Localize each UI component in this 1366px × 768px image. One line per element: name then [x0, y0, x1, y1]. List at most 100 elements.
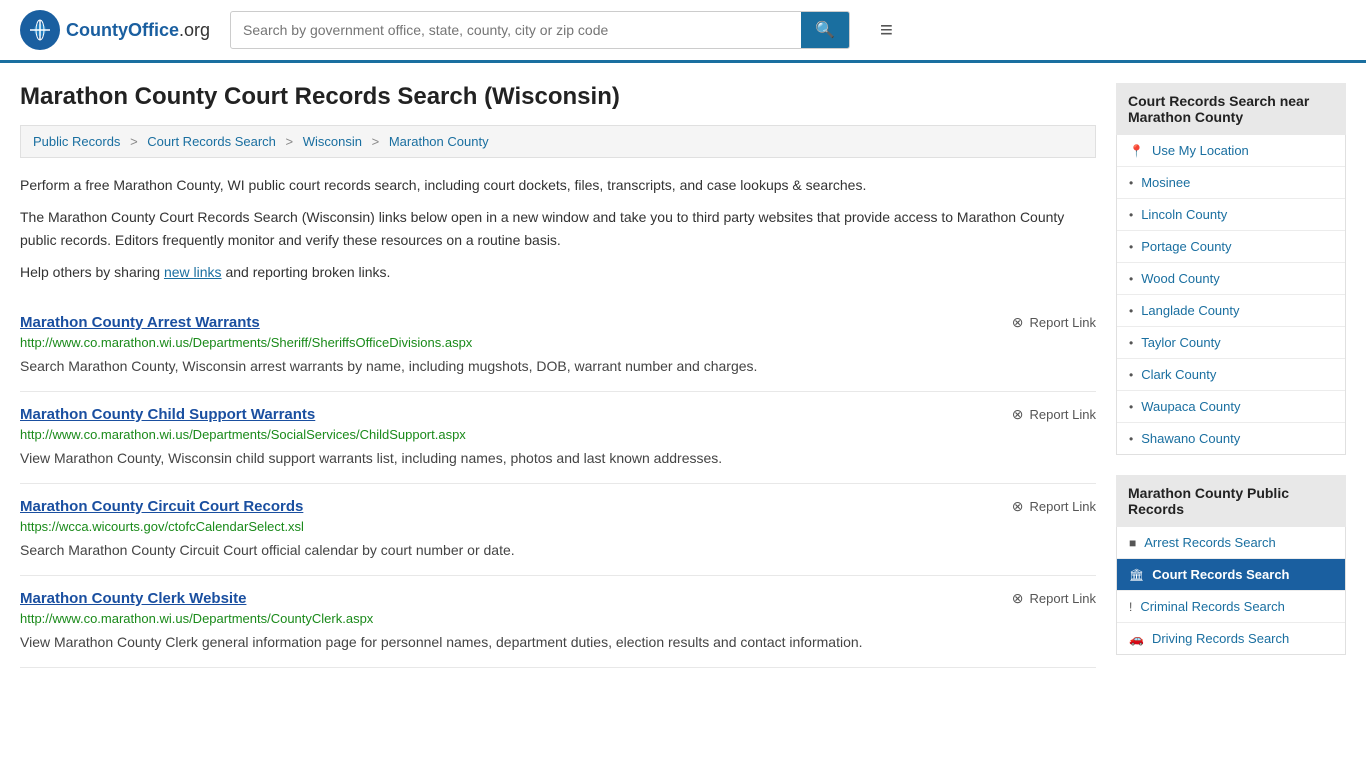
- report-link-button[interactable]: ⊗ Report Link: [1012, 498, 1096, 515]
- report-icon: ⊗: [1012, 406, 1024, 423]
- result-header: Marathon County Clerk Website ⊗ Report L…: [20, 590, 1096, 607]
- sidebar-lincoln-county-link[interactable]: Lincoln County: [1141, 207, 1227, 222]
- sidebar-waupaca-county-link[interactable]: Waupaca County: [1141, 399, 1240, 414]
- breadcrumb-marathon-county[interactable]: Marathon County: [389, 134, 489, 149]
- sidebar-arrest-records[interactable]: ■ Arrest Records Search: [1117, 527, 1345, 559]
- result-url: http://www.co.marathon.wi.us/Departments…: [20, 611, 1096, 626]
- result-header: Marathon County Arrest Warrants ⊗ Report…: [20, 314, 1096, 331]
- criminal-icon: !: [1129, 600, 1132, 614]
- report-icon: ⊗: [1012, 590, 1024, 607]
- result-url: http://www.co.marathon.wi.us/Departments…: [20, 427, 1096, 442]
- page-title: Marathon County Court Records Search (Wi…: [20, 83, 1096, 111]
- search-input[interactable]: [231, 14, 801, 46]
- arrest-records-link[interactable]: Arrest Records Search: [1144, 535, 1276, 550]
- court-records-link[interactable]: Court Records Search: [1152, 567, 1289, 582]
- main-content: Marathon County Court Records Search (Wi…: [20, 83, 1096, 675]
- sidebar: Court Records Search near Marathon Count…: [1116, 83, 1346, 675]
- new-links-link[interactable]: new links: [164, 264, 222, 280]
- dot-icon: •: [1129, 272, 1133, 286]
- list-item[interactable]: • Shawano County: [1117, 423, 1345, 454]
- sidebar-mosinee-link[interactable]: Mosinee: [1141, 175, 1190, 190]
- report-icon: ⊗: [1012, 498, 1024, 515]
- dot-icon: •: [1129, 240, 1133, 254]
- intro-text: Perform a free Marathon County, WI publi…: [20, 174, 1096, 284]
- sidebar-taylor-county-link[interactable]: Taylor County: [1141, 335, 1220, 350]
- location-icon: 📍: [1129, 144, 1144, 158]
- intro-para-1: Perform a free Marathon County, WI publi…: [20, 174, 1096, 196]
- breadcrumb-court-records[interactable]: Court Records Search: [147, 134, 276, 149]
- intro-para-2: The Marathon County Court Records Search…: [20, 206, 1096, 251]
- result-desc: Search Marathon County Circuit Court off…: [20, 540, 1096, 561]
- search-button[interactable]: 🔍: [801, 12, 849, 48]
- result-desc: View Marathon County, Wisconsin child su…: [20, 448, 1096, 469]
- list-item[interactable]: • Taylor County: [1117, 327, 1345, 359]
- result-url: http://www.co.marathon.wi.us/Departments…: [20, 335, 1096, 350]
- intro-para-3: Help others by sharing new links and rep…: [20, 261, 1096, 283]
- result-desc: View Marathon County Clerk general infor…: [20, 632, 1096, 653]
- result-header: Marathon County Circuit Court Records ⊗ …: [20, 498, 1096, 515]
- result-url: https://wcca.wicourts.gov/ctofcCalendarS…: [20, 519, 1096, 534]
- search-icon: 🔍: [815, 22, 835, 39]
- sidebar-court-records[interactable]: 🏛 Court Records Search: [1117, 559, 1345, 591]
- list-item[interactable]: • Wood County: [1117, 263, 1345, 295]
- result-title[interactable]: Marathon County Arrest Warrants: [20, 314, 260, 331]
- main-layout: Marathon County Court Records Search (Wi…: [0, 63, 1366, 695]
- logo[interactable]: CountyOffice.org: [20, 10, 210, 50]
- dot-icon: •: [1129, 304, 1133, 318]
- sidebar-public-records-header: Marathon County Public Records: [1116, 475, 1346, 527]
- result-title[interactable]: Marathon County Clerk Website: [20, 590, 246, 607]
- result-title[interactable]: Marathon County Circuit Court Records: [20, 498, 303, 515]
- sidebar-langlade-county-link[interactable]: Langlade County: [1141, 303, 1239, 318]
- breadcrumb-sep-3: >: [372, 134, 380, 149]
- breadcrumb-wisconsin[interactable]: Wisconsin: [303, 134, 362, 149]
- breadcrumb-sep-2: >: [286, 134, 294, 149]
- logo-icon: [20, 10, 60, 50]
- result-item: Marathon County Circuit Court Records ⊗ …: [20, 484, 1096, 576]
- breadcrumb: Public Records > Court Records Search > …: [20, 125, 1096, 158]
- hamburger-icon: ≡: [880, 17, 893, 42]
- arrest-icon: ■: [1129, 536, 1136, 550]
- driving-records-link[interactable]: Driving Records Search: [1152, 631, 1289, 646]
- sidebar-use-my-location[interactable]: 📍 Use My Location: [1117, 135, 1345, 167]
- hamburger-button[interactable]: ≡: [880, 17, 893, 43]
- list-item[interactable]: • Portage County: [1117, 231, 1345, 263]
- dot-icon: •: [1129, 336, 1133, 350]
- results-list: Marathon County Arrest Warrants ⊗ Report…: [20, 300, 1096, 668]
- list-item[interactable]: • Mosinee: [1117, 167, 1345, 199]
- use-my-location-link[interactable]: Use My Location: [1152, 143, 1249, 158]
- sidebar-shawano-county-link[interactable]: Shawano County: [1141, 431, 1240, 446]
- report-link-button[interactable]: ⊗ Report Link: [1012, 314, 1096, 331]
- result-item: Marathon County Clerk Website ⊗ Report L…: [20, 576, 1096, 668]
- result-item: Marathon County Arrest Warrants ⊗ Report…: [20, 300, 1096, 392]
- list-item[interactable]: • Lincoln County: [1117, 199, 1345, 231]
- result-desc: Search Marathon County, Wisconsin arrest…: [20, 356, 1096, 377]
- report-icon: ⊗: [1012, 314, 1024, 331]
- logo-text: CountyOffice.org: [66, 20, 210, 41]
- dot-icon: •: [1129, 368, 1133, 382]
- criminal-records-link[interactable]: Criminal Records Search: [1140, 599, 1285, 614]
- sidebar-clark-county-link[interactable]: Clark County: [1141, 367, 1216, 382]
- sidebar-portage-county-link[interactable]: Portage County: [1141, 239, 1231, 254]
- header: CountyOffice.org 🔍 ≡: [0, 0, 1366, 63]
- sidebar-criminal-records[interactable]: ! Criminal Records Search: [1117, 591, 1345, 623]
- sidebar-public-records-links: ■ Arrest Records Search 🏛 Court Records …: [1116, 527, 1346, 655]
- dot-icon: •: [1129, 208, 1133, 222]
- result-title[interactable]: Marathon County Child Support Warrants: [20, 406, 315, 423]
- search-bar: 🔍: [230, 11, 850, 49]
- sidebar-nearby-header: Court Records Search near Marathon Count…: [1116, 83, 1346, 135]
- dot-icon: •: [1129, 400, 1133, 414]
- driving-icon: 🚗: [1129, 632, 1144, 646]
- sidebar-nearby-links: 📍 Use My Location • Mosinee • Lincoln Co…: [1116, 135, 1346, 455]
- list-item[interactable]: • Clark County: [1117, 359, 1345, 391]
- report-link-button[interactable]: ⊗ Report Link: [1012, 590, 1096, 607]
- sidebar-driving-records[interactable]: 🚗 Driving Records Search: [1117, 623, 1345, 654]
- dot-icon: •: [1129, 432, 1133, 446]
- list-item[interactable]: • Langlade County: [1117, 295, 1345, 327]
- dot-icon: •: [1129, 176, 1133, 190]
- breadcrumb-public-records[interactable]: Public Records: [33, 134, 120, 149]
- report-link-button[interactable]: ⊗ Report Link: [1012, 406, 1096, 423]
- sidebar-wood-county-link[interactable]: Wood County: [1141, 271, 1220, 286]
- list-item[interactable]: • Waupaca County: [1117, 391, 1345, 423]
- breadcrumb-sep-1: >: [130, 134, 138, 149]
- court-icon: 🏛: [1129, 568, 1144, 582]
